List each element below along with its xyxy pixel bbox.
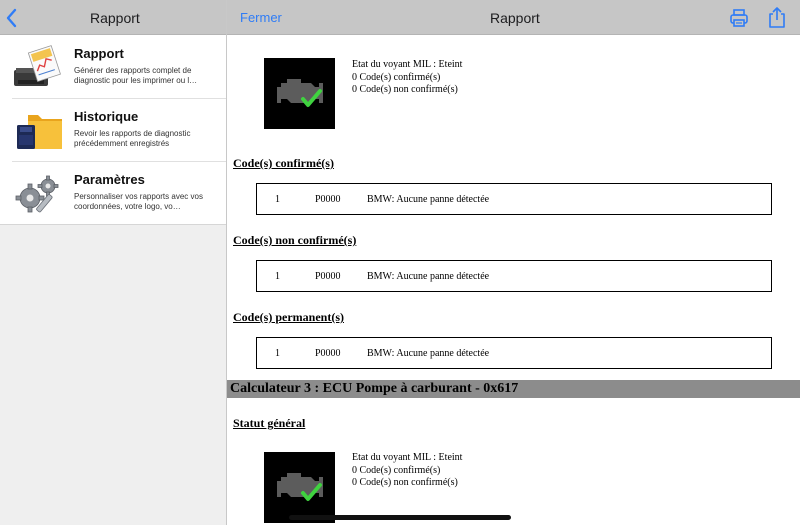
code-description: BMW: Aucune panne détectée [367, 271, 490, 282]
report-content[interactable]: Etat du voyant MIL : Eteint 0 Code(s) co… [227, 36, 800, 525]
back-chevron-icon[interactable] [4, 7, 20, 29]
sidebar-title: Rapport [90, 10, 140, 26]
engine-light-icon [264, 452, 335, 523]
home-indicator[interactable] [289, 515, 511, 520]
mil-status: Etat du voyant MIL : Eteint [352, 452, 463, 463]
section-title-unconfirmed: Code(s) non confirmé(s) [233, 233, 357, 247]
code-index: 1 [275, 194, 280, 205]
report-title: Rapport [490, 10, 540, 26]
code-index: 1 [275, 348, 280, 359]
status-summary: Etat du voyant MIL : Eteint 0 Code(s) co… [352, 452, 462, 490]
print-icon[interactable] [729, 8, 749, 28]
sidebar-item-description: Personnaliser vos rapports avec vos coor… [74, 192, 203, 211]
ecu-section-header: Calculateur 3 : ECU Pompe à carburant - … [227, 380, 800, 398]
code-id: P0000 [315, 194, 341, 205]
code-index: 1 [275, 271, 280, 282]
code-row-unconfirmed: 1 P0000 BMW: Aucune panne détectée [256, 260, 772, 292]
folder-sd-card-icon [17, 115, 62, 149]
clipped-heading [233, 36, 303, 38]
section-title-confirmed: Code(s) confirmé(s) [233, 156, 334, 170]
code-row-confirmed: 1 P0000 BMW: Aucune panne détectée [256, 183, 772, 215]
status-summary: Etat du voyant MIL : Eteint 0 Code(s) co… [352, 59, 462, 97]
sidebar-item-description: Générer des rapports complet de diagnost… [74, 66, 198, 85]
unconfirmed-count: 0 Code(s) non confirmé(s) [352, 84, 458, 95]
sidebar-item-title: Paramètres [74, 172, 145, 187]
mil-status: Etat du voyant MIL : Eteint [352, 59, 463, 70]
report-navbar: Fermer Rapport [227, 0, 800, 35]
code-id: P0000 [315, 348, 341, 359]
confirmed-count: 0 Code(s) confirmé(s) [352, 464, 441, 476]
sidebar-navbar: Rapport [0, 0, 226, 35]
sidebar-list: Rapport Générer des rapports complet de … [0, 36, 226, 225]
code-row-permanent: 1 P0000 BMW: Aucune panne détectée [256, 337, 772, 369]
sidebar-item-title: Rapport [74, 46, 124, 61]
share-icon[interactable] [767, 6, 787, 28]
sidebar-item-parametres[interactable]: Paramètres Personnaliser vos rapports av… [0, 162, 226, 225]
sidebar-item-description: Revoir les rapports de diagnostic précéd… [74, 129, 191, 148]
code-description: BMW: Aucune panne détectée [367, 348, 490, 359]
printer-report-icon [14, 45, 61, 86]
confirmed-count: 0 Code(s) confirmé(s) [352, 71, 441, 83]
engine-light-icon [264, 58, 335, 129]
code-description: BMW: Aucune panne détectée [367, 194, 490, 205]
sidebar-item-historique[interactable]: Historique Revoir les rapports de diagno… [0, 99, 226, 162]
sidebar-item-rapport[interactable]: Rapport Générer des rapports complet de … [0, 36, 226, 99]
sidebar-item-title: Historique [74, 109, 139, 124]
code-id: P0000 [315, 271, 341, 282]
section-title-general-status: Statut général [233, 416, 306, 430]
gears-wrench-icon [15, 175, 59, 213]
section-title-permanent: Code(s) permanent(s) [233, 310, 344, 324]
sidebar: Rapport Générer des rapports complet de … [0, 36, 226, 525]
close-button[interactable]: Fermer [240, 10, 282, 25]
unconfirmed-count: 0 Code(s) non confirmé(s) [352, 477, 458, 488]
